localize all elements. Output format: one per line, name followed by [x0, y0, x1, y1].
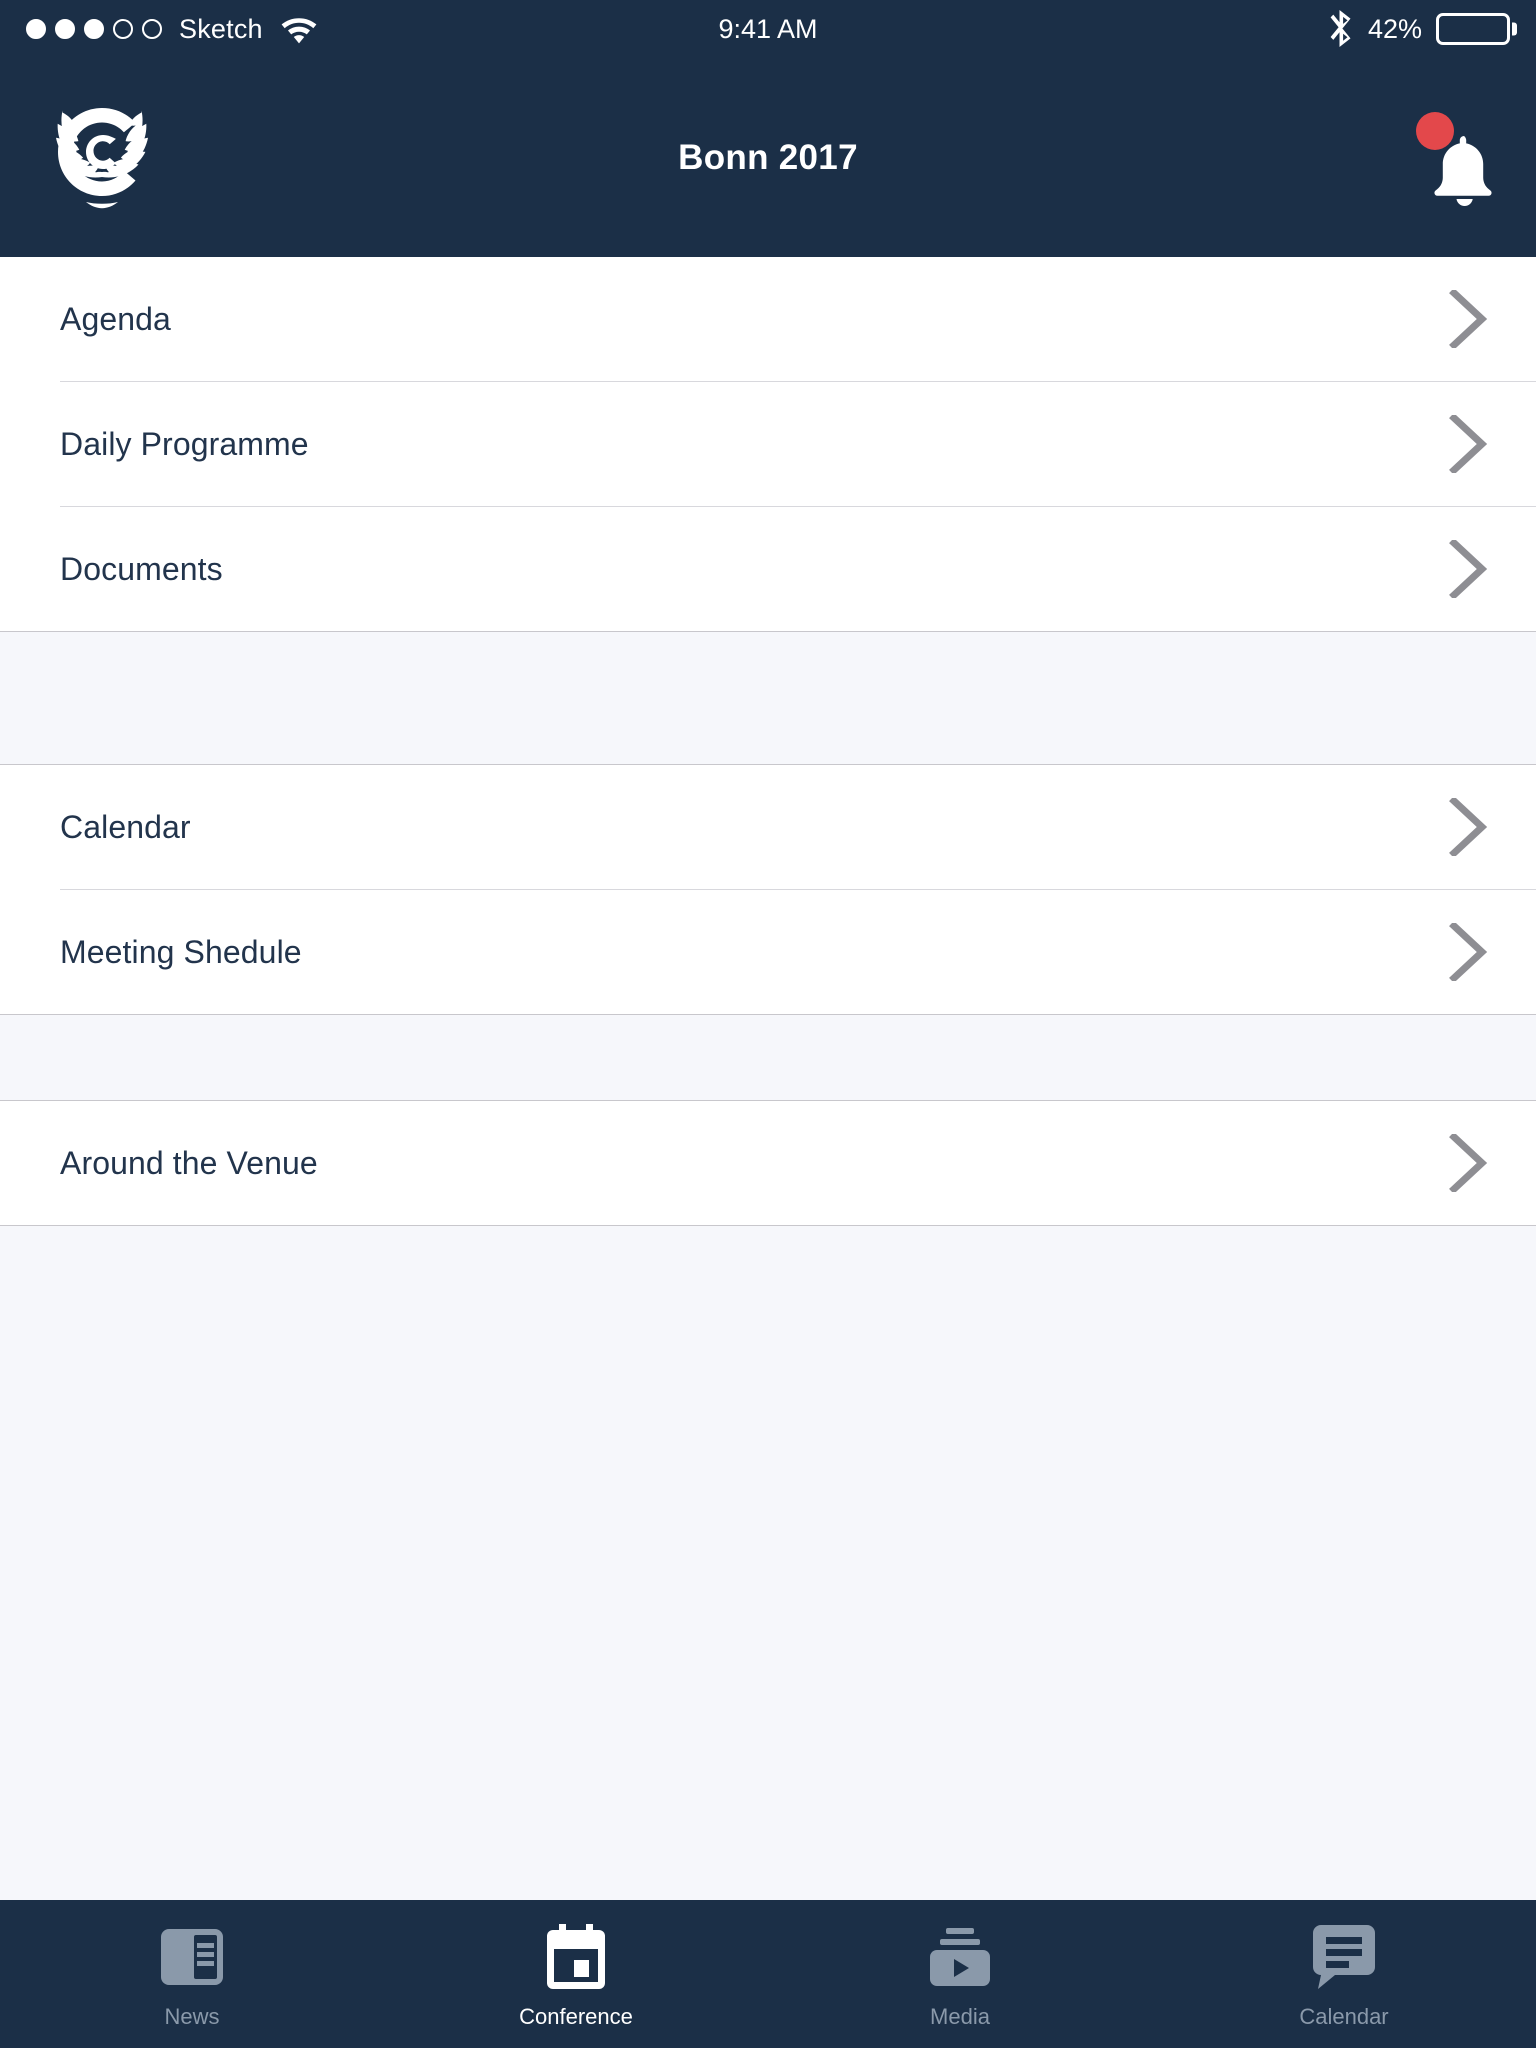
list-bottom-spacer — [0, 1226, 1536, 1900]
chevron-right-icon — [1440, 1134, 1496, 1192]
status-bar: Sketch 9:41 AM 42% — [0, 0, 1536, 58]
chevron-right-icon — [1440, 798, 1496, 856]
menu-item-documents[interactable]: Documents — [0, 507, 1536, 631]
page-title: Bonn 2017 — [678, 137, 858, 177]
menu-group-venue: Around the Venue — [0, 1100, 1536, 1226]
menu-item-meeting-schedule[interactable]: Meeting Shedule — [0, 890, 1536, 1014]
notifications-button[interactable] — [1416, 110, 1512, 206]
signal-dot-1 — [26, 19, 46, 39]
chevron-right-icon — [1440, 290, 1496, 348]
tab-label: News — [164, 2004, 220, 2029]
tab-label: Conference — [519, 2004, 633, 2029]
tab-bar: News Conference Media Calendar — [0, 1900, 1536, 2048]
chat-bubble-icon — [1313, 1924, 1375, 1990]
signal-dot-2 — [55, 19, 75, 39]
tab-conference[interactable]: Conference — [384, 1900, 768, 2048]
status-bar-left: Sketch — [26, 14, 318, 45]
chevron-right-icon — [1440, 415, 1496, 473]
menu-item-agenda[interactable]: Agenda — [0, 257, 1536, 381]
signal-dot-4 — [113, 19, 133, 39]
tab-media[interactable]: Media — [768, 1900, 1152, 2048]
menu-item-label: Documents — [60, 550, 223, 587]
tab-calendar[interactable]: Calendar — [1152, 1900, 1536, 2048]
unfccc-logo-icon — [24, 92, 180, 224]
menu-list: Agenda Daily Programme Documents Calenda… — [0, 257, 1536, 1900]
tab-news[interactable]: News — [0, 1900, 384, 2048]
menu-item-calendar[interactable]: Calendar — [0, 765, 1536, 889]
battery-icon — [1436, 13, 1510, 45]
menu-item-label: Agenda — [60, 300, 171, 337]
menu-item-around-the-venue[interactable]: Around the Venue — [0, 1101, 1536, 1225]
status-bar-right: 42% — [1328, 10, 1510, 48]
app-screen: Sketch 9:41 AM 42% Bonn 2017 Agenda Dail… — [0, 0, 1536, 2048]
battery-percent-label: 42% — [1367, 13, 1422, 44]
nav-bar: Bonn 2017 — [0, 58, 1536, 257]
media-play-icon — [929, 1924, 991, 1990]
tab-label: Media — [930, 2004, 990, 2029]
menu-item-label: Calendar — [60, 808, 191, 845]
menu-item-label: Around the Venue — [60, 1144, 318, 1181]
chevron-right-icon — [1440, 923, 1496, 981]
menu-item-daily-programme[interactable]: Daily Programme — [0, 382, 1536, 506]
calendar-icon — [546, 1924, 606, 1990]
bluetooth-icon — [1328, 10, 1354, 48]
wifi-icon — [280, 14, 318, 44]
signal-dot-5 — [142, 19, 162, 39]
tab-label: Calendar — [1299, 2004, 1389, 2029]
menu-group-conference-info: Agenda Daily Programme Documents — [0, 257, 1536, 632]
news-icon — [161, 1924, 223, 1990]
group-spacer-1 — [0, 632, 1536, 764]
signal-dot-3 — [84, 19, 104, 39]
menu-item-label: Daily Programme — [60, 425, 309, 462]
notification-badge — [1416, 111, 1454, 150]
menu-item-label: Meeting Shedule — [60, 933, 302, 970]
group-spacer-2 — [0, 1015, 1536, 1100]
menu-group-schedule: Calendar Meeting Shedule — [0, 764, 1536, 1015]
chevron-right-icon — [1440, 540, 1496, 598]
carrier-label: Sketch — [179, 13, 263, 44]
